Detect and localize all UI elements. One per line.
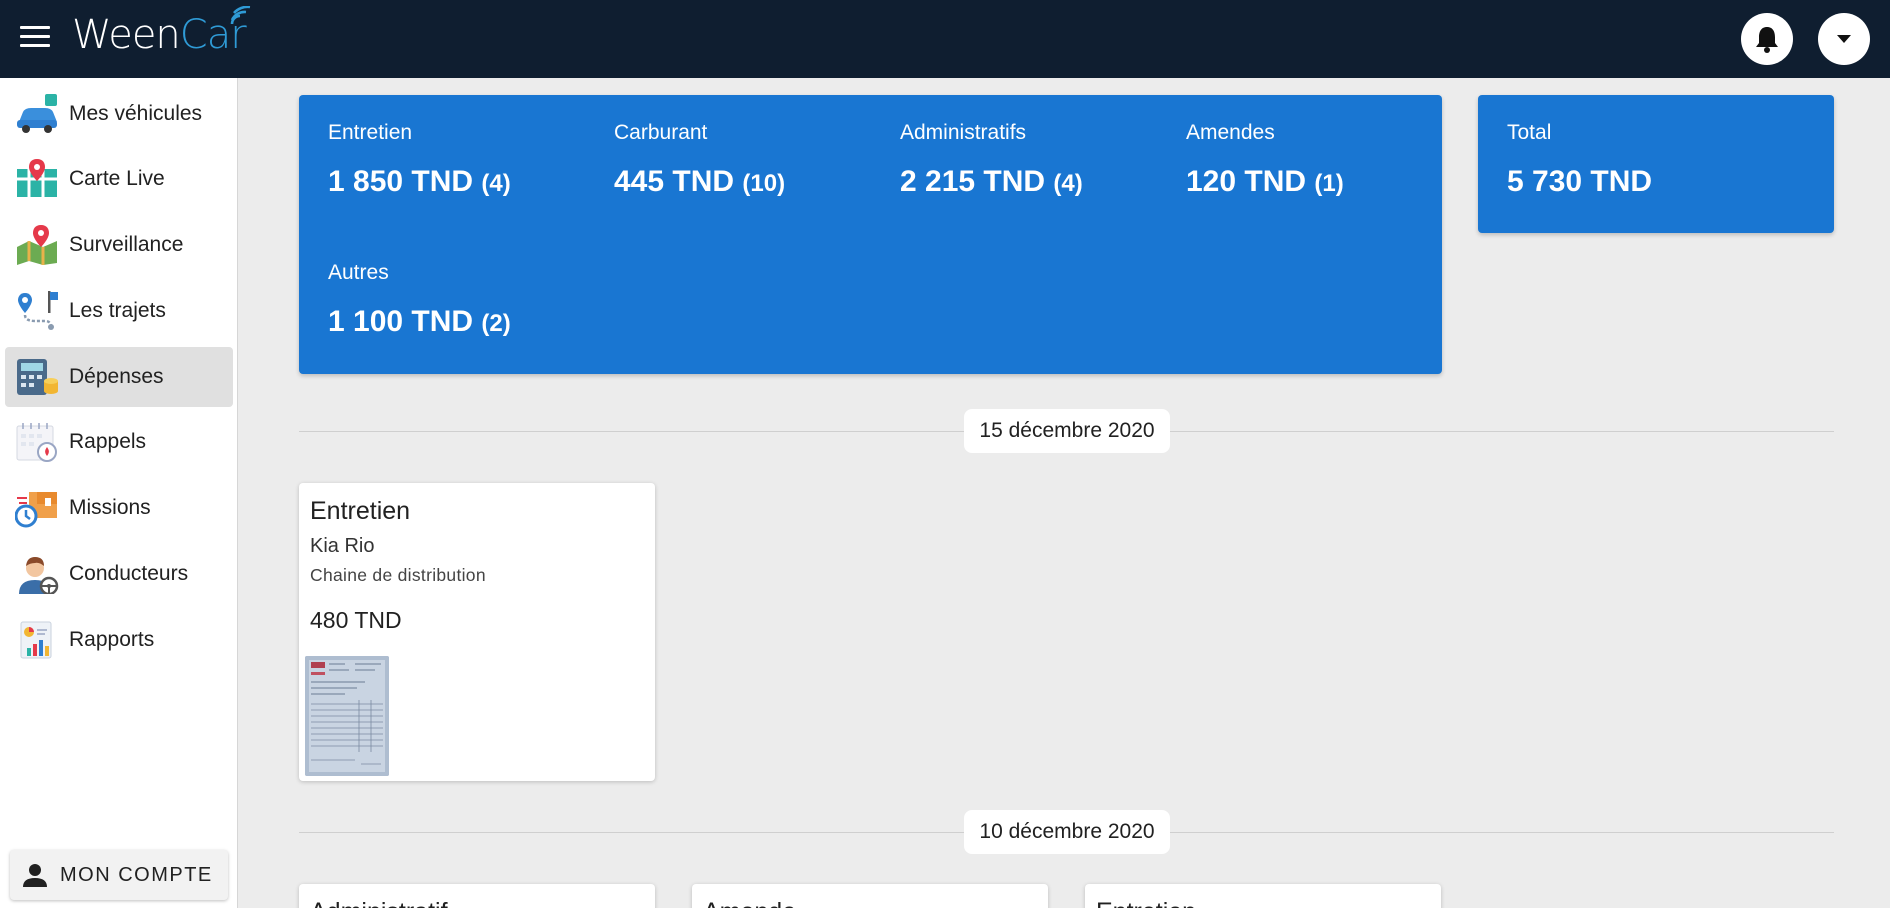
stat-fuel: Carburant 445 TND (10) (614, 121, 894, 199)
sidebar-item-missions[interactable]: Missions (5, 478, 233, 538)
sidebar-item-reports[interactable]: Rapports (5, 610, 233, 670)
sidebar-item-surveillance[interactable]: Surveillance (5, 215, 233, 275)
expense-amount: 480 TND (310, 607, 402, 633)
total-card: Total 5 730 TND (1478, 95, 1834, 233)
notifications-button[interactable] (1741, 13, 1793, 65)
stat-label: Carburant (614, 121, 708, 144)
sidebar-item-trips[interactable]: Les trajets (5, 281, 233, 341)
expense-vehicle: Kia Rio (310, 535, 375, 557)
receipt-image (305, 656, 389, 776)
stat-administrative: Administratifs 2 215 TND (4) (900, 121, 1180, 199)
sidebar-item-reminders[interactable]: Rappels (5, 412, 233, 472)
reminders-icon (13, 420, 61, 464)
sidebar-item-label: Missions (69, 496, 151, 519)
sidebar-item-drivers[interactable]: Conducteurs (5, 544, 233, 604)
top-app-bar: Ween Car (0, 0, 1890, 78)
stat-label: Autres (328, 261, 389, 284)
sidebar-item-live-map[interactable]: Carte Live (5, 149, 233, 209)
surveillance-icon (13, 223, 61, 267)
expense-card[interactable]: Administratif (299, 884, 655, 908)
stat-count: (10) (742, 170, 786, 197)
menu-icon[interactable] (20, 26, 50, 50)
expenses-icon (13, 355, 61, 399)
sidebar-item-expenses[interactable]: Dépenses (5, 347, 233, 407)
expense-card[interactable]: Entretien Kia Rio Chaine de distribution… (299, 483, 655, 781)
missions-icon (13, 486, 61, 530)
stat-amount: 445 TND (10) (614, 165, 786, 198)
sidebar-item-label: Conducteurs (69, 562, 189, 585)
sidebar-item-label: Les trajets (69, 299, 166, 322)
stat-maintenance: Entretien 1 850 TND (4) (328, 121, 608, 199)
stat-amount: 1 100 TND (2) (328, 305, 511, 338)
stat-count: (4) (1053, 170, 1083, 197)
caret-down-icon (1837, 35, 1851, 43)
date-chip: 10 décembre 2020 (964, 810, 1170, 854)
sidebar-item-label: Rapports (69, 628, 155, 651)
drivers-icon (13, 552, 61, 596)
live-map-icon (13, 157, 61, 201)
my-account-label: MON COMPTE (60, 863, 213, 886)
account-menu-button[interactable] (1818, 13, 1870, 65)
stat-amount: 1 850 TND (4) (328, 165, 511, 198)
stat-total: Total 5 730 TND (1507, 121, 1787, 199)
sidebar-item-label: Surveillance (69, 233, 184, 256)
sidebar-item-vehicles[interactable]: Mes véhicules (5, 84, 233, 144)
expense-description: Chaine de distribution (310, 565, 486, 585)
my-account-button[interactable]: MON COMPTE (10, 850, 228, 900)
stat-others: Autres 1 100 TND (2) (328, 261, 608, 339)
stat-label: Amendes (1186, 121, 1275, 144)
expense-type: Entretien (310, 497, 411, 525)
logo-text-ween: Ween (72, 12, 181, 58)
stat-fines: Amendes 120 TND (1) (1186, 121, 1466, 199)
expense-type: Entretien (1096, 898, 1196, 908)
total-amount: 5 730 TND (1507, 165, 1653, 198)
signal-icon (230, 6, 251, 25)
vehicles-icon (13, 92, 61, 136)
stat-count: (2) (481, 310, 511, 337)
sidebar-item-label: Rappels (69, 430, 147, 453)
expense-type: Administratif (310, 898, 448, 908)
expense-card[interactable]: Amende (692, 884, 1048, 908)
sidebar-item-label: Mes véhicules (69, 102, 203, 125)
stat-amount: 120 TND (1) (1186, 165, 1344, 198)
total-label: Total (1507, 121, 1552, 144)
reports-icon (13, 618, 61, 662)
stat-label: Entretien (328, 121, 413, 144)
sidebar-item-label: Dépenses (69, 365, 164, 388)
expense-type: Amende (703, 898, 796, 908)
stat-count: (4) (481, 170, 511, 197)
weencar-logo[interactable]: Ween Car (72, 6, 251, 60)
sidebar: Mes véhicules Carte Live Surveillance Le… (0, 78, 238, 908)
bell-icon (1756, 27, 1778, 53)
receipt-thumbnail[interactable] (305, 656, 389, 776)
sidebar-item-label: Carte Live (69, 167, 165, 190)
trips-icon (13, 289, 61, 333)
expense-summary-card: Entretien 1 850 TND (4) Carburant 445 TN… (299, 95, 1442, 374)
stat-amount: 2 215 TND (4) (900, 165, 1083, 198)
date-chip: 15 décembre 2020 (964, 409, 1170, 453)
person-icon (23, 864, 47, 887)
stat-count: (1) (1314, 170, 1344, 197)
expense-card[interactable]: Entretien (1085, 884, 1441, 908)
stat-label: Administratifs (900, 121, 1027, 144)
